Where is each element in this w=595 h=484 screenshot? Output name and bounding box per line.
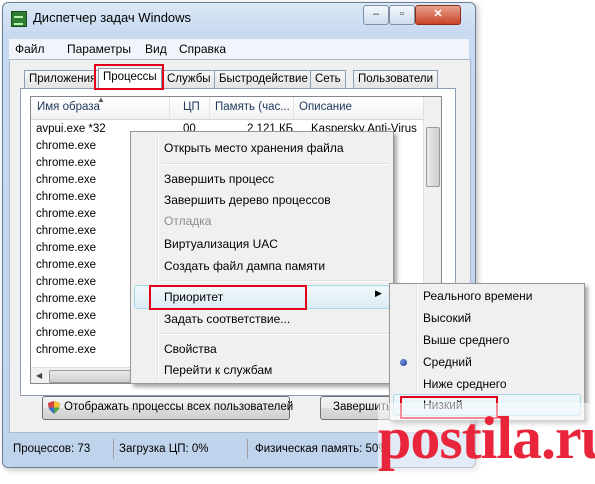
column-memory[interactable]: Память (час... xyxy=(215,101,290,113)
task-manager-icon xyxy=(11,11,27,27)
status-processes: Процессов: 73 xyxy=(13,443,91,455)
horizontal-scroll-thumb[interactable] xyxy=(49,370,131,383)
table-row[interactable]: chrome.exe xyxy=(36,259,96,271)
menu-bar: Файл Параметры Вид Справка xyxy=(9,39,469,59)
priority-normal[interactable]: Средний xyxy=(423,355,472,369)
table-row[interactable]: chrome.exe xyxy=(36,242,96,254)
tab-users[interactable]: Пользователи xyxy=(353,70,439,88)
column-divider[interactable] xyxy=(209,97,210,119)
menu-options[interactable]: Параметры xyxy=(67,42,131,56)
priority-above-normal[interactable]: Выше среднего xyxy=(423,333,509,347)
priority-high[interactable]: Высокий xyxy=(423,311,471,325)
table-row[interactable]: chrome.exe xyxy=(36,174,96,186)
process-context-menu: Открыть место хранения файла Завершить п… xyxy=(130,131,394,384)
submenu-arrow-icon: ▶ xyxy=(375,288,382,298)
column-image-name[interactable]: Имя образа xyxy=(37,101,100,113)
table-row[interactable]: chrome.exe xyxy=(36,276,96,288)
table-row[interactable]: chrome.exe xyxy=(36,208,96,220)
title-bar[interactable]: Диспетчер задач Windows – ▫ ✕ xyxy=(3,3,475,33)
table-row[interactable]: chrome.exe xyxy=(36,140,96,152)
menu-file[interactable]: Файл xyxy=(15,42,45,56)
table-row[interactable]: chrome.exe xyxy=(36,327,96,339)
table-row[interactable]: chrome.exe xyxy=(36,344,96,356)
menu-properties[interactable]: Свойства xyxy=(164,342,217,356)
menu-uac-virtualization[interactable]: Виртуализация UAC xyxy=(164,237,278,251)
radio-selected-icon xyxy=(400,359,407,366)
table-row[interactable]: chrome.exe xyxy=(36,157,96,169)
watermark-logo: postila.ru xyxy=(378,405,595,471)
column-divider[interactable] xyxy=(293,97,294,119)
show-all-users-label: Отображать процессы всех пользователей xyxy=(64,401,294,413)
tab-applications[interactable]: Приложения xyxy=(24,70,102,88)
menu-end-process-tree[interactable]: Завершить дерево процессов xyxy=(164,193,331,207)
close-button[interactable]: ✕ xyxy=(415,5,461,25)
menu-end-process[interactable]: Завершить процесс xyxy=(164,172,274,186)
menu-debug: Отладка xyxy=(164,214,212,228)
priority-highlight-box xyxy=(149,285,307,310)
table-row[interactable]: chrome.exe xyxy=(36,191,96,203)
row-image-name: avpui.exe *32 xyxy=(36,123,106,135)
table-row[interactable]: chrome.exe xyxy=(36,225,96,237)
menu-open-file-location[interactable]: Открыть место хранения файла xyxy=(164,141,344,155)
menu-go-to-services[interactable]: Перейти к службам xyxy=(164,363,272,377)
menu-help[interactable]: Справка xyxy=(179,42,226,56)
status-divider xyxy=(113,439,114,459)
column-cpu[interactable]: ЦП xyxy=(183,101,200,113)
window-title: Диспетчер задач Windows xyxy=(33,10,192,25)
vertical-scroll-thumb[interactable] xyxy=(426,127,440,187)
tab-performance[interactable]: Быстродействие xyxy=(214,70,313,88)
tab-network[interactable]: Сеть xyxy=(310,70,346,88)
column-divider[interactable] xyxy=(169,97,170,119)
menu-separator xyxy=(161,163,389,165)
menu-gutter xyxy=(157,134,159,379)
menu-view[interactable]: Вид xyxy=(145,42,167,56)
menu-create-dump-file[interactable]: Создать файл дампа памяти xyxy=(164,259,325,273)
table-row[interactable]: chrome.exe xyxy=(36,310,96,322)
status-cpu: Загрузка ЦП: 0% xyxy=(119,443,209,455)
minimize-button[interactable]: – xyxy=(363,5,389,25)
menu-separator xyxy=(161,280,389,282)
menu-separator xyxy=(161,333,389,335)
status-divider xyxy=(247,439,248,459)
watermark: postila.ru xyxy=(378,403,595,476)
tab-services[interactable]: Службы xyxy=(162,70,216,88)
tab-highlight-box xyxy=(94,64,164,90)
priority-realtime[interactable]: Реального времени xyxy=(423,289,532,303)
maximize-button[interactable]: ▫ xyxy=(389,5,415,25)
table-row[interactable]: chrome.exe xyxy=(36,293,96,305)
scroll-left-icon[interactable]: ◀ xyxy=(36,371,42,380)
status-memory: Физическая память: 50% xyxy=(255,443,389,455)
show-all-users-button[interactable]: Отображать процессы всех пользователей xyxy=(42,396,294,420)
menu-set-affinity[interactable]: Задать соответствие... xyxy=(164,312,290,326)
priority-below-normal[interactable]: Ниже среднего xyxy=(423,377,507,391)
list-header: ▲ Имя образа ЦП Память (час... Описание xyxy=(31,97,423,120)
uac-shield-icon xyxy=(48,401,60,414)
column-description[interactable]: Описание xyxy=(299,101,352,113)
